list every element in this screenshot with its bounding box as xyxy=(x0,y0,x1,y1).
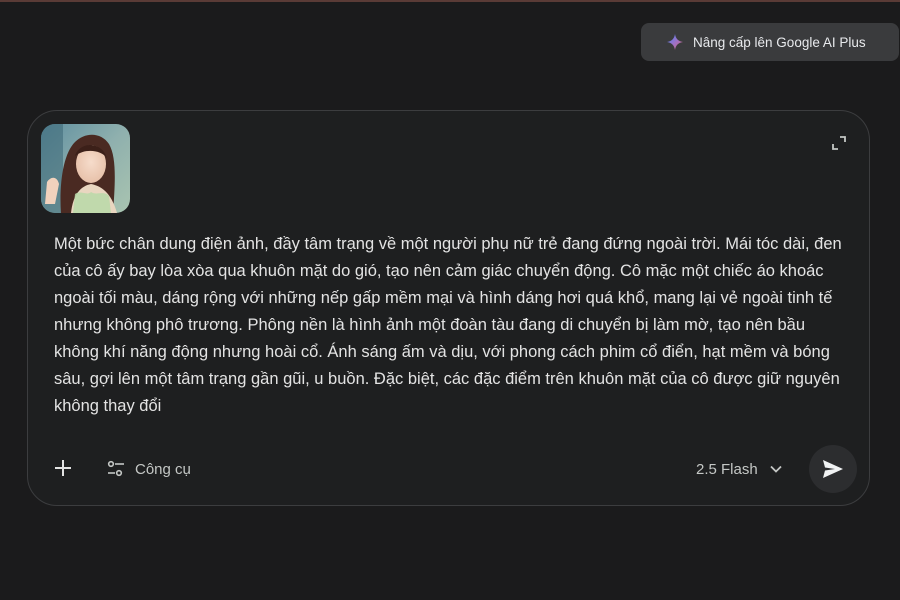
tune-icon xyxy=(107,460,124,477)
window-top-strip xyxy=(0,0,900,2)
send-button[interactable] xyxy=(809,445,857,493)
tools-label: Công cụ xyxy=(135,460,191,478)
expand-icon xyxy=(832,136,846,150)
model-label: 2.5 Flash xyxy=(696,460,758,478)
input-toolbar: Công cụ 2.5 Flash xyxy=(28,445,869,493)
gemini-sparkle-icon xyxy=(667,34,683,50)
prompt-input-card: Một bức chân dung điện ảnh, đầy tâm trạn… xyxy=(27,110,870,506)
prompt-text[interactable]: Một bức chân dung điện ảnh, đầy tâm trạn… xyxy=(54,231,844,420)
add-attachment-button[interactable] xyxy=(50,455,76,481)
upgrade-label: Nâng cấp lên Google AI Plus xyxy=(693,34,866,50)
model-selector[interactable]: 2.5 Flash xyxy=(696,453,782,485)
chevron-down-icon xyxy=(770,465,782,473)
plus-icon xyxy=(55,460,71,476)
upgrade-google-ai-plus-button[interactable]: Nâng cấp lên Google AI Plus xyxy=(641,23,899,61)
attached-image-thumbnail[interactable] xyxy=(41,124,130,213)
tools-button[interactable]: Công cụ xyxy=(106,453,191,485)
send-icon xyxy=(823,460,843,478)
expand-button[interactable] xyxy=(829,133,849,153)
